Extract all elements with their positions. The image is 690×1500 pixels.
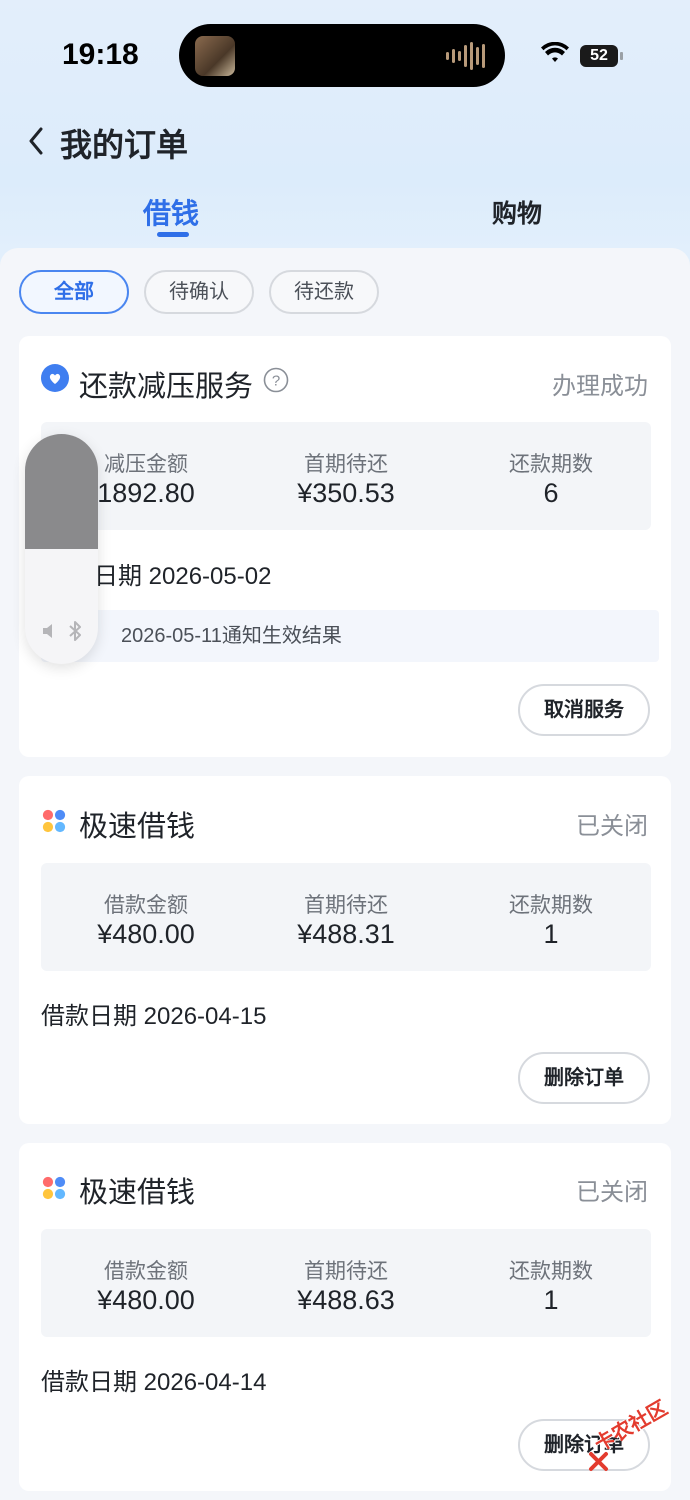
status-time: 19:18 — [62, 38, 139, 71]
order-summary: 借款金额 ¥480.00 首期待还 ¥488.31 还款期数 1 — [41, 863, 651, 971]
delete-order-button[interactable]: 删除订单 — [518, 1052, 650, 1104]
dynamic-island[interactable] — [179, 24, 505, 87]
audio-wave-icon — [446, 42, 485, 70]
status-bar: 19:18 52 — [0, 0, 690, 110]
now-playing-icon — [195, 36, 235, 76]
summary-label: 首期待还 — [304, 894, 388, 917]
volume-hud-icons — [25, 616, 98, 644]
order-title: 还款减压服务 — [79, 371, 254, 403]
speaker-muted-icon — [43, 623, 53, 638]
summary-label: 借款金额 — [104, 894, 188, 917]
battery-icon: 52 — [580, 45, 618, 67]
order-title: 极速借钱 — [79, 1177, 196, 1209]
tab-active-indicator — [157, 232, 189, 237]
summary-label: 还款期数 — [509, 894, 593, 917]
summary-value: ¥480.00 — [97, 919, 195, 949]
summary-label: 还款期数 — [509, 453, 593, 476]
summary-value: ¥480.00 — [97, 1285, 195, 1315]
tab-shopping[interactable]: 购物 — [492, 194, 542, 230]
order-date: 日期 2026-05-02 — [94, 563, 272, 590]
order-status: 办理成功 — [552, 373, 648, 400]
svg-text:?: ? — [272, 373, 280, 390]
summary-value: 1 — [543, 919, 559, 949]
summary-label: 借款金额 — [104, 1260, 188, 1283]
order-card[interactable]: 极速借钱 已关闭 借款金额 ¥480.00 首期待还 ¥488.31 还款期数 … — [19, 776, 671, 1124]
order-summary: 借款金额 ¥480.00 首期待还 ¥488.63 还款期数 1 — [41, 1229, 651, 1337]
summary-label: 首期待还 — [304, 1260, 388, 1283]
bluetooth-icon — [69, 620, 81, 641]
summary-value: ¥350.53 — [297, 478, 395, 508]
order-notice: 2026-05-11通知生效结果 — [41, 610, 659, 662]
order-status: 已关闭 — [576, 1179, 648, 1206]
order-date: 借款日期 2026-04-14 — [41, 1369, 267, 1396]
wifi-icon — [541, 42, 569, 62]
order-card[interactable]: 还款减压服务 ? 办理成功 减压金额 1892.80 首期待还 ¥350.53 … — [19, 336, 671, 757]
four-dots-icon — [42, 809, 66, 833]
chevron-left-icon[interactable] — [26, 126, 46, 156]
summary-value: 1 — [543, 1285, 559, 1315]
order-date: 借款日期 2026-04-15 — [41, 1003, 267, 1030]
summary-value: 6 — [543, 478, 559, 508]
cancel-service-button[interactable]: 取消服务 — [518, 684, 650, 736]
question-icon[interactable]: ? — [263, 367, 289, 393]
shield-heart-icon — [41, 364, 69, 392]
four-dots-icon — [42, 1176, 66, 1200]
filter-pending-repay[interactable]: 待还款 — [269, 270, 379, 314]
order-card[interactable]: 极速借钱 已关闭 借款金额 ¥480.00 首期待还 ¥488.63 还款期数 … — [19, 1143, 671, 1491]
page-title: 我的订单 — [60, 127, 189, 163]
filter-pending-confirm[interactable]: 待确认 — [144, 270, 254, 314]
tab-borrow[interactable]: 借钱 — [143, 192, 199, 232]
order-status: 已关闭 — [576, 813, 648, 840]
volume-hud[interactable] — [25, 434, 98, 664]
order-summary: 减压金额 1892.80 首期待还 ¥350.53 还款期数 6 — [41, 422, 651, 530]
summary-label: 首期待还 — [304, 453, 388, 476]
filter-all[interactable]: 全部 — [19, 270, 129, 314]
summary-label: 还款期数 — [509, 1260, 593, 1283]
order-title: 极速借钱 — [79, 811, 196, 843]
volume-level — [25, 434, 98, 549]
summary-value: ¥488.31 — [297, 919, 395, 949]
battery-cap — [620, 52, 623, 60]
summary-value: ¥488.63 — [297, 1285, 395, 1315]
